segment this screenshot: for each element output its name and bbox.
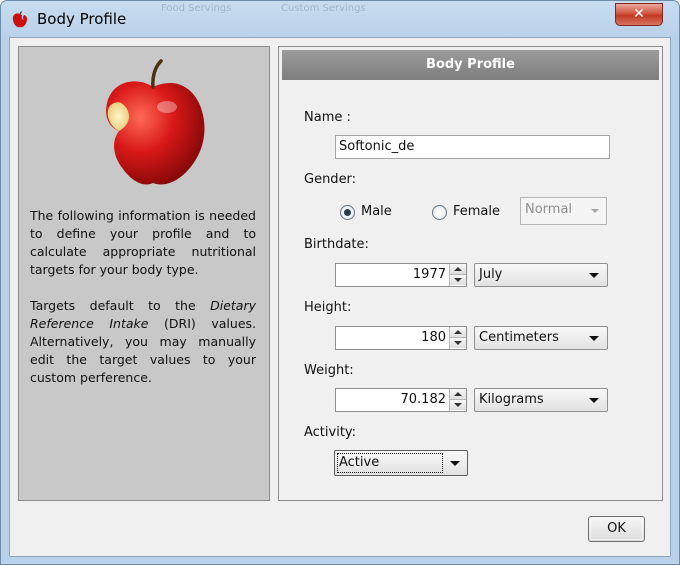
info-text: Targets default to the bbox=[30, 298, 211, 313]
spinner-arrows-icon bbox=[449, 327, 466, 349]
status-value: Normal bbox=[525, 202, 573, 217]
apple-icon bbox=[12, 11, 28, 28]
window-title: Body Profile bbox=[37, 10, 127, 28]
height-spinner[interactable]: 180 bbox=[335, 326, 467, 350]
radio-unselected-icon bbox=[432, 205, 447, 220]
gender-male-radio[interactable]: Male bbox=[340, 204, 410, 222]
dialog-window: Body Profile Food Servings Custom Servin… bbox=[0, 0, 680, 565]
height-unit-value: Centimeters bbox=[479, 330, 559, 345]
birth-year-spinner[interactable]: 1977 bbox=[335, 263, 467, 287]
activity-select[interactable]: Active bbox=[334, 450, 468, 476]
radio-label: Male bbox=[361, 204, 392, 219]
weight-unit-select[interactable]: Kilograms bbox=[474, 388, 608, 412]
height-label: Height: bbox=[304, 300, 352, 315]
spin-down-button[interactable] bbox=[450, 400, 466, 410]
birth-month-select[interactable]: July bbox=[474, 263, 608, 287]
spin-up-button[interactable] bbox=[450, 389, 466, 400]
title-bar[interactable]: Body Profile Food Servings Custom Servin… bbox=[1, 1, 679, 37]
status-select: Normal bbox=[520, 197, 607, 225]
background-tab-label: Food Servings bbox=[161, 3, 232, 14]
chevron-down-icon bbox=[589, 398, 599, 403]
activity-label: Activity: bbox=[304, 425, 357, 440]
spin-up-button[interactable] bbox=[450, 327, 466, 338]
profile-panel: Body Profile Name : Softonic_de Gender: … bbox=[278, 46, 663, 501]
name-label: Name : bbox=[304, 110, 351, 125]
height-value: 180 bbox=[421, 330, 446, 345]
ok-button[interactable]: OK bbox=[588, 516, 645, 542]
gender-female-radio[interactable]: Female bbox=[432, 204, 512, 222]
birth-year-value: 1977 bbox=[412, 267, 446, 282]
chevron-down-icon bbox=[589, 336, 599, 341]
info-paragraph-dri: Targets default to the Dietary Reference… bbox=[30, 297, 256, 387]
close-button[interactable]: ✕ bbox=[615, 3, 663, 26]
bitten-apple-icon bbox=[106, 59, 205, 185]
weight-unit-value: Kilograms bbox=[479, 392, 544, 407]
panel-header: Body Profile bbox=[282, 50, 659, 80]
chevron-down-icon bbox=[450, 461, 460, 466]
spinner-arrows-icon bbox=[449, 264, 466, 286]
chevron-down-icon bbox=[591, 209, 599, 213]
spin-down-button[interactable] bbox=[450, 338, 466, 348]
gender-label: Gender: bbox=[304, 172, 357, 187]
name-input[interactable]: Softonic_de bbox=[335, 135, 610, 159]
info-panel: The following information is needed to d… bbox=[18, 46, 270, 501]
spin-down-button[interactable] bbox=[450, 275, 466, 285]
background-tab-label: Custom Servings bbox=[281, 3, 366, 14]
weight-spinner[interactable]: 70.182 bbox=[335, 388, 467, 412]
weight-label: Weight: bbox=[304, 363, 354, 378]
info-paragraph: The following information is needed to d… bbox=[30, 208, 256, 277]
birthdate-label: Birthdate: bbox=[304, 237, 369, 252]
radio-selected-icon bbox=[340, 205, 355, 220]
radio-label: Female bbox=[453, 204, 501, 219]
weight-value: 70.182 bbox=[400, 392, 447, 407]
dialog-body: The following information is needed to d… bbox=[9, 37, 671, 557]
chevron-down-icon bbox=[589, 273, 599, 278]
activity-value: Active bbox=[339, 455, 380, 470]
birth-month-value: July bbox=[479, 267, 503, 282]
spin-up-button[interactable] bbox=[450, 264, 466, 275]
close-icon: ✕ bbox=[633, 6, 645, 22]
spinner-arrows-icon bbox=[449, 389, 466, 411]
height-unit-select[interactable]: Centimeters bbox=[474, 326, 608, 350]
